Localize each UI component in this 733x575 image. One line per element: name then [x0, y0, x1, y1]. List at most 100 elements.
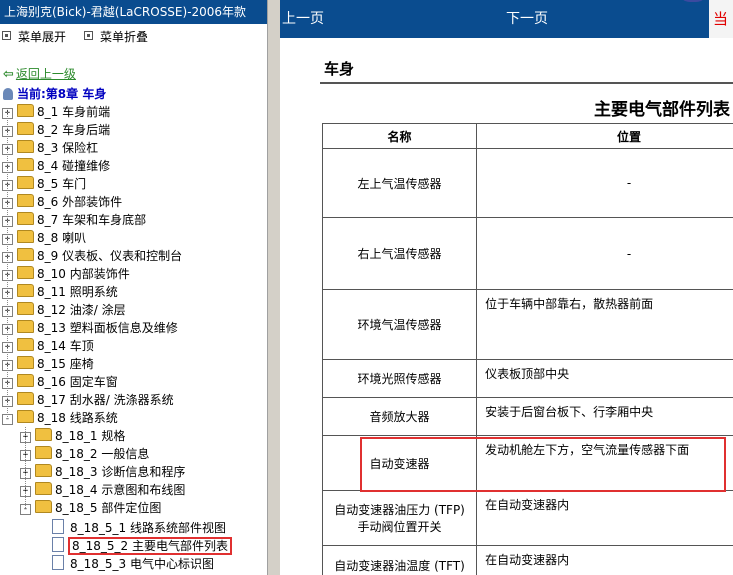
component-name: 右上气温传感器: [321, 217, 478, 290]
menu-expand-button[interactable]: 菜单展开 菜单折叠: [2, 28, 148, 46]
tree-item-label[interactable]: 8_7 车架和车身底部: [37, 213, 146, 227]
folder-icon: [35, 464, 52, 477]
tree-item-label[interactable]: 8_18_1 规格: [55, 429, 125, 443]
component-position: -: [476, 148, 733, 218]
table-row: 左上气温传感器 -: [321, 148, 733, 218]
folder-icon: [17, 248, 34, 261]
tree-item-label[interactable]: 8_9 仪表板、仪表和控制台: [37, 249, 182, 263]
tree-item-label[interactable]: 8_18_5_3 电气中心标识图: [70, 557, 214, 571]
tree-folder-item[interactable]: +8_11 照明系统: [2, 283, 118, 301]
tree-folder-item[interactable]: +8_2 车身后端: [2, 121, 110, 139]
tree-doc-item[interactable]: 8_18_5_1 线路系统部件视图: [38, 517, 226, 535]
component-name: 左上气温传感器: [321, 148, 478, 218]
tree-item-label[interactable]: 8_18_2 一般信息: [55, 447, 149, 461]
pane-title: 上海别克(Bick)-君越(LaCROSSE)-2006年款: [0, 0, 267, 24]
tree-folder-item[interactable]: +8_16 固定车窗: [2, 373, 118, 391]
tree-item-label[interactable]: 8_16 固定车窗: [37, 375, 118, 389]
folder-icon: [17, 392, 34, 405]
tree-item-label[interactable]: 8_11 照明系统: [37, 285, 118, 299]
tree-folder-item[interactable]: +8_18_2 一般信息: [20, 445, 149, 463]
tree-item-label[interactable]: 8_3 保险杠: [37, 141, 98, 155]
component-position: 在自动变速器内: [476, 490, 733, 546]
tree-doc-item[interactable]: 8_18_5_3 电气中心标识图: [38, 553, 214, 571]
tree-item-label[interactable]: 8_17 刮水器/ 洗涤器系统: [37, 393, 174, 407]
tree-folder-item[interactable]: +8_15 座椅: [2, 355, 94, 373]
tree-folder-item[interactable]: +8_3 保险杠: [2, 139, 98, 157]
tree-folder-item[interactable]: -8_18 线路系统: [2, 409, 118, 427]
highlight-box: [360, 437, 726, 492]
folder-icon: [17, 374, 34, 387]
tree-item-label[interactable]: 8_8 喇叭: [37, 231, 86, 245]
tree-folder-item[interactable]: +8_18_3 诊断信息和程序: [20, 463, 185, 481]
folder-icon: [17, 122, 34, 135]
tree-item-label[interactable]: 8_18_4 示意图和布线图: [55, 483, 185, 497]
next-page-link[interactable]: 下一页: [506, 0, 548, 38]
tree-item-label[interactable]: 8_14 车顶: [37, 339, 94, 353]
tree-folder-item[interactable]: +8_5 车门: [2, 175, 86, 193]
tree-folder-item[interactable]: +8_14 车顶: [2, 337, 94, 355]
tree-item-label[interactable]: 8_4 碰撞维修: [37, 159, 110, 173]
tree-folder-item[interactable]: +8_10 内部装饰件: [2, 265, 130, 283]
tree-item-label[interactable]: 8_1 车身前端: [37, 105, 110, 119]
tree-item-label[interactable]: 8_5 车门: [37, 177, 86, 191]
tree-item-label[interactable]: 8_18_5_1 线路系统部件视图: [70, 521, 226, 535]
component-position: 安装于后窗台板下、行李厢中央: [476, 397, 733, 436]
tree-item-label[interactable]: 8_2 车身后端: [37, 123, 110, 137]
tree-item-label[interactable]: 8_18_5 部件定位图: [55, 501, 161, 515]
table-header-row: 名称 位置: [321, 123, 733, 149]
component-name: 环境气温传感器: [321, 289, 478, 360]
tree-item-label[interactable]: 8_15 座椅: [37, 357, 94, 371]
tree-folder-item[interactable]: +8_8 喇叭: [2, 229, 86, 247]
tree-folder-item[interactable]: +8_13 塑料面板信息及维修: [2, 319, 178, 337]
current-chapter: 当前:第8章 车身: [3, 85, 106, 103]
back-arrow-icon: ⇦: [3, 67, 14, 82]
header-name: 名称: [321, 123, 478, 149]
tree-folder-item[interactable]: +8_6 外部装饰件: [2, 193, 122, 211]
component-position: 在自动变速器内: [476, 545, 733, 575]
corner-decoration: [678, 0, 708, 2]
tree-folder-item[interactable]: +8_1 车身前端: [2, 103, 110, 121]
tree-item-label[interactable]: 8_12 油漆/ 涂层: [37, 303, 126, 317]
current-page-link[interactable]: 当: [709, 0, 733, 38]
table-row: 环境光照传感器 仪表板顶部中央: [321, 359, 733, 398]
tree-folder-item[interactable]: +8_9 仪表板、仪表和控制台: [2, 247, 182, 265]
tree-folder-item[interactable]: -8_18_5 部件定位图: [20, 499, 161, 517]
tree-item-label[interactable]: 8_6 外部装饰件: [37, 195, 122, 209]
tree-item-label[interactable]: 8_13 塑料面板信息及维修: [37, 321, 178, 335]
back-link[interactable]: ⇦ 返回上一级: [3, 66, 76, 82]
component-name: 自动变速器油温度 (TFT): [321, 545, 478, 575]
pane-splitter[interactable]: [267, 0, 281, 575]
folder-icon: [17, 104, 34, 117]
folder-icon: [17, 194, 34, 207]
tree-folder-item[interactable]: +8_12 油漆/ 涂层: [2, 301, 126, 319]
tree-folder-item[interactable]: +8_4 碰撞维修: [2, 157, 110, 175]
document-icon: [52, 555, 64, 570]
header-position: 位置: [476, 123, 733, 149]
folder-icon: [35, 446, 52, 459]
tree-guide-line: [7, 112, 8, 419]
table-row: 自动变速器油温度 (TFT) 在自动变速器内: [321, 545, 733, 575]
component-position: 位于车辆中部靠右，散热器前面: [476, 289, 733, 360]
tree-folder-item[interactable]: +8_7 车架和车身底部: [2, 211, 146, 229]
component-position: -: [476, 217, 733, 290]
folder-icon: [17, 212, 34, 225]
folder-icon: [35, 500, 52, 513]
component-name: 环境光照传感器: [321, 359, 478, 398]
tree-item-label[interactable]: 8_10 内部装饰件: [37, 267, 130, 281]
folder-icon: [17, 158, 34, 171]
tree-item-label[interactable]: 8_18 线路系统: [37, 411, 118, 425]
tree-doc-item[interactable]: 8_18_5_2 主要电气部件列表: [38, 535, 232, 555]
folder-icon: [17, 302, 34, 315]
tree-item-label[interactable]: 8_18_5_2 主要电气部件列表: [68, 537, 232, 555]
prev-page-link[interactable]: 上一页: [282, 0, 324, 38]
tree-folder-item[interactable]: +8_18_1 规格: [20, 427, 125, 445]
tree-folder-item[interactable]: +8_18_4 示意图和布线图: [20, 481, 185, 499]
folder-icon: [17, 338, 34, 351]
folder-icon: [17, 320, 34, 333]
component-position: 仪表板顶部中央: [476, 359, 733, 398]
tree-item-label[interactable]: 8_18_3 诊断信息和程序: [55, 465, 185, 479]
user-icon: [3, 88, 13, 100]
back-link-label[interactable]: 返回上一级: [16, 67, 76, 81]
menu-collapse-label[interactable]: 菜单折叠: [100, 30, 148, 44]
tree-folder-item[interactable]: +8_17 刮水器/ 洗涤器系统: [2, 391, 174, 409]
